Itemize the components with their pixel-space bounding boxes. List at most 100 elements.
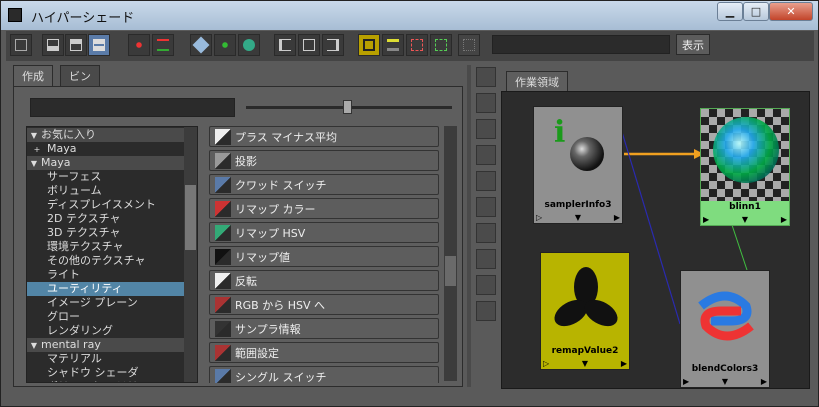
tree-item[interactable]: サーフェス (27, 170, 185, 184)
tree-item[interactable]: 2D テクスチャ (27, 212, 185, 226)
maximize-button[interactable]: □ (743, 2, 769, 21)
sidebar-button-5[interactable] (476, 171, 496, 191)
tree-item[interactable]: イメージ プレーン (27, 296, 185, 310)
sidebar-button-8[interactable] (476, 249, 496, 269)
node-list-scrollbar-thumb[interactable] (445, 256, 456, 286)
create-node-button[interactable]: クワッド スイッチ (209, 174, 439, 195)
node-ports[interactable]: ▷ ▼ ▶ (541, 358, 629, 369)
toggle-panel-button[interactable] (10, 34, 32, 56)
filter-input[interactable] (30, 98, 235, 117)
create-node-button[interactable]: プラス マイナス平均 (209, 126, 439, 147)
slider-handle[interactable] (343, 100, 352, 114)
tree-item-label: ユーティリティ (47, 282, 123, 295)
create-node-label: 反転 (235, 274, 257, 288)
tree-item-label: 2D テクスチャ (47, 212, 121, 225)
tree-item[interactable]: ボリューム マテリアル (27, 380, 185, 382)
tree-item[interactable]: レンダリング (27, 324, 185, 338)
layout-top-icon (47, 39, 59, 51)
sidebar-button-7[interactable] (476, 223, 496, 243)
tree-item-label: その他のテクスチャ (47, 254, 146, 267)
node-ports[interactable]: ▶ ▼ ▶ (681, 376, 769, 387)
rearrange-graph-button[interactable] (214, 34, 236, 56)
previous-icon (279, 39, 291, 51)
tree-item[interactable]: + Maya (27, 142, 185, 156)
node-name-label: samplerInfo3 (544, 200, 612, 210)
sidebar-button-4[interactable] (476, 145, 496, 165)
tree-scrollbar[interactable] (184, 127, 197, 382)
minimize-button[interactable]: ▁ (717, 2, 743, 21)
node-list-scrollbar[interactable] (444, 126, 457, 381)
show-current-graph-button[interactable] (298, 34, 320, 56)
node-ports[interactable]: ▶ ▼ ▶ (701, 214, 789, 225)
create-panel-body: ▼ お気に入り + Maya ▼ Maya サーフェス ボリューム ディスプレイスメント 2D テ… (13, 86, 463, 387)
create-node-label: 範囲設定 (235, 346, 279, 360)
title-bar[interactable]: ハイパーシェード ▁ □ ✕ (1, 1, 818, 30)
simple-mode-icon (387, 39, 399, 51)
node-ports[interactable]: ▷ ▼ ▶ (534, 212, 622, 223)
sidebar-button-2[interactable] (476, 93, 496, 113)
tree-item[interactable]: マテリアル (27, 352, 185, 366)
create-node-button[interactable]: リマップ値 (209, 246, 439, 267)
tree-item[interactable]: 環境テクスチャ (27, 240, 185, 254)
create-node-button[interactable]: サンプラ情報 (209, 318, 439, 339)
graph-input-output-button[interactable] (128, 34, 150, 56)
tree-scrollbar-thumb[interactable] (185, 185, 196, 250)
sidebar-button-1[interactable] (476, 67, 496, 87)
tree-item[interactable]: ボリューム (27, 184, 185, 198)
panel-divider[interactable] (467, 65, 471, 387)
create-node-button[interactable]: リマップ カラー (209, 198, 439, 219)
create-node-button[interactable]: 範囲設定 (209, 342, 439, 363)
full-mode-button[interactable] (430, 34, 452, 56)
node-sampler-info[interactable]: i samplerInfo3 ▷ ▼ ▶ (533, 106, 623, 224)
sidebar-button-9[interactable] (476, 275, 496, 295)
sidebar-button-6[interactable] (476, 197, 496, 217)
tree-category[interactable]: ▼ Maya (27, 156, 185, 170)
custom-mode-button[interactable] (458, 34, 480, 56)
layout-split-button[interactable] (88, 34, 110, 56)
show-next-graph-button[interactable] (322, 34, 344, 56)
tree-category[interactable]: ▼ mental ray (27, 338, 185, 352)
tree-item[interactable]: ユーティリティ (27, 282, 185, 296)
tree-item[interactable]: 3D テクスチャ (27, 226, 185, 240)
layout-bottom-button[interactable] (65, 34, 87, 56)
tab-create[interactable]: 作成 (13, 65, 53, 86)
tree-item-label: グロー (47, 310, 80, 323)
node-blend-colors[interactable]: blendColors3 ▶ ▼ ▶ (680, 270, 770, 388)
create-node-button[interactable]: 投影 (209, 150, 439, 171)
layout-top-button[interactable] (42, 34, 64, 56)
sidebar-button-3[interactable] (476, 119, 496, 139)
clear-graph-button[interactable] (190, 34, 212, 56)
tree-item[interactable]: グロー (27, 310, 185, 324)
reverse-icon (215, 272, 231, 289)
tree-item[interactable]: ライト (27, 268, 185, 282)
graph-materials-button[interactable] (238, 34, 260, 56)
toggle-swatch-button[interactable] (358, 34, 380, 56)
expand-arrow-icon[interactable]: ▼ (27, 129, 41, 143)
show-previous-graph-button[interactable] (274, 34, 296, 56)
connected-mode-button[interactable] (406, 34, 428, 56)
tree-item[interactable]: シャドウ シェーダ (27, 366, 185, 380)
node-remap-value[interactable]: remapValue2 ▷ ▼ ▶ (540, 252, 630, 370)
tab-work-area[interactable]: 作業領域 (506, 71, 568, 91)
tab-bins[interactable]: ビン (60, 65, 100, 86)
layout-bottom-icon (70, 39, 82, 51)
create-node-button[interactable]: リマップ HSV (209, 222, 439, 243)
work-area-canvas[interactable]: i samplerInfo3 ▷ ▼ ▶ blinn1 ▶ ▼ ▶ remapValue… (501, 91, 810, 389)
node-blinn[interactable]: blinn1 ▶ ▼ ▶ (700, 108, 790, 226)
tree-category[interactable]: ▼ お気に入り (27, 128, 185, 142)
graph-connections-button[interactable] (152, 34, 174, 56)
expand-arrow-icon[interactable]: ▼ (27, 157, 41, 171)
blend-colors-icon (698, 291, 754, 341)
tree-item[interactable]: ディスプレイスメント (27, 198, 185, 212)
create-node-button[interactable]: シングル スイッチ (209, 366, 439, 383)
close-button[interactable]: ✕ (769, 2, 813, 21)
simple-mode-button[interactable] (382, 34, 404, 56)
show-button[interactable]: 表示 (676, 34, 710, 55)
sidebar-button-10[interactable] (476, 301, 496, 321)
expand-arrow-icon[interactable]: ▼ (27, 339, 41, 353)
tree-item[interactable]: その他のテクスチャ (27, 254, 185, 268)
create-node-button[interactable]: 反転 (209, 270, 439, 291)
toolbar-search-input[interactable] (492, 35, 670, 54)
tree-item-label: 環境テクスチャ (47, 240, 124, 253)
create-node-button[interactable]: RGB から HSV へ (209, 294, 439, 315)
